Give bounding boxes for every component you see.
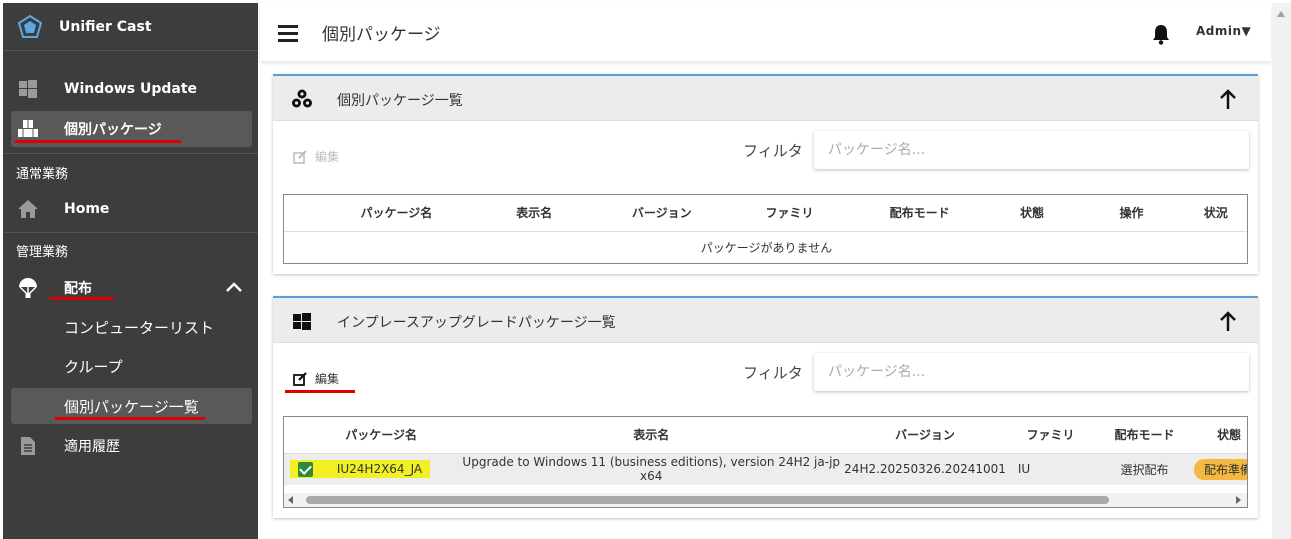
sidebar-item-label: Home bbox=[64, 201, 110, 217]
parachute-icon bbox=[17, 277, 39, 299]
column-header[interactable]: バージョン bbox=[844, 417, 1006, 454]
sidebar-item-label: Windows Update bbox=[64, 81, 198, 97]
table-header-row: パッケージ名 表示名 バージョン ファミリ 配布モード 状態 bbox=[284, 417, 1247, 454]
empty-row: パッケージがありません bbox=[284, 231, 1247, 263]
distribution-mode: 選択配布 bbox=[1120, 462, 1169, 477]
arrow-up-icon[interactable] bbox=[1220, 88, 1236, 110]
menu-icon[interactable] bbox=[278, 25, 298, 42]
card-header: 個別パッケージ一覧 bbox=[273, 76, 1258, 121]
sidebar-item-computer-list[interactable]: コンピューターリスト bbox=[3, 309, 258, 345]
column-header[interactable]: 操作 bbox=[1080, 195, 1183, 232]
status-cell: 配布準備 bbox=[1193, 453, 1247, 485]
edit-icon bbox=[293, 149, 307, 164]
sidebar-item-label: クループ bbox=[64, 357, 123, 376]
windows-icon bbox=[293, 313, 311, 330]
column-header[interactable]: ファミリ bbox=[723, 195, 856, 232]
scroll-left-icon[interactable] bbox=[288, 496, 293, 504]
sidebar-item-history[interactable]: 適用履歴 bbox=[3, 428, 258, 464]
package-highlight: IU24H2X64_JA bbox=[290, 459, 431, 478]
card-title: インプレースアップグレードパッケージ一覧 bbox=[337, 315, 616, 331]
filter-input[interactable] bbox=[814, 353, 1249, 391]
in-place-upgrade-card: インプレースアップグレードパッケージ一覧 編集 フィルタ パッケージ名 表示名 … bbox=[273, 296, 1258, 518]
home-icon bbox=[17, 198, 39, 220]
column-header[interactable]: 状態 bbox=[1193, 417, 1247, 454]
column-header[interactable]: 配布モード bbox=[1095, 417, 1194, 454]
annotation-underline bbox=[55, 417, 205, 420]
column-header[interactable]: 状態 bbox=[983, 195, 1081, 232]
section-label-admin: 管理業務 bbox=[16, 245, 69, 260]
user-menu[interactable]: Admin▼ bbox=[1196, 24, 1251, 38]
sidebar: Unifier Cast Windows Update 個別パッケージ 通常業務… bbox=[3, 3, 258, 539]
status-badge: 配布準備 bbox=[1193, 458, 1247, 480]
edit-button[interactable]: 編集 bbox=[293, 148, 339, 165]
annotation-underline bbox=[50, 297, 114, 300]
arrow-up-icon[interactable] bbox=[1220, 310, 1236, 332]
package-table: パッケージ名 表示名 バージョン ファミリ 配布モード 状態 操作 状況 パッケ… bbox=[283, 194, 1248, 264]
cubes-icon bbox=[292, 89, 312, 108]
edit-icon bbox=[293, 371, 307, 386]
sidebar-item-label: 個別パッケージ bbox=[64, 122, 162, 138]
upgrade-package-table: パッケージ名 表示名 バージョン ファミリ 配布モード 状態 IU24H2X64… bbox=[283, 416, 1248, 508]
table-row[interactable]: IU24H2X64_JA Upgrade to Windows 11 (busi… bbox=[284, 453, 1247, 485]
horizontal-scrollbar[interactable] bbox=[284, 493, 1247, 507]
display-name: Upgrade to Windows 11 (business editions… bbox=[462, 455, 841, 484]
divider bbox=[3, 232, 258, 233]
column-header[interactable]: 配布モード bbox=[855, 195, 984, 232]
app-frame: Unifier Cast Windows Update 個別パッケージ 通常業務… bbox=[0, 0, 1291, 539]
windows-icon bbox=[17, 78, 39, 100]
sidebar-item-windows-update[interactable]: Windows Update bbox=[3, 71, 258, 107]
sidebar-item-group[interactable]: クループ bbox=[3, 348, 258, 384]
table-header-row: パッケージ名 表示名 バージョン ファミリ 配布モード 状態 操作 状況 bbox=[284, 195, 1247, 232]
filter-input[interactable] bbox=[814, 131, 1249, 169]
version: 24H2.20250326.20241001 bbox=[844, 462, 1006, 477]
scroll-thumb[interactable] bbox=[306, 496, 1109, 504]
family: IU bbox=[1017, 462, 1031, 477]
app-name: Unifier Cast bbox=[59, 18, 152, 35]
sidebar-item-label: 適用履歴 bbox=[64, 439, 120, 455]
bell-icon[interactable] bbox=[1151, 23, 1171, 45]
document-icon bbox=[17, 435, 39, 457]
chevron-up-icon[interactable] bbox=[225, 281, 243, 293]
column-header[interactable]: パッケージ名 bbox=[303, 417, 459, 454]
scroll-up-icon[interactable] bbox=[1277, 11, 1285, 17]
sidebar-item-home[interactable]: Home bbox=[3, 191, 258, 227]
individual-package-card: 個別パッケージ一覧 編集 フィルタ パッケージ名 表示名 バージョン ファミリ … bbox=[273, 74, 1258, 274]
sidebar-item-distribution[interactable]: 配布 bbox=[3, 270, 258, 306]
annotation-underline bbox=[285, 390, 355, 393]
page-title: 個別パッケージ bbox=[322, 25, 441, 45]
filter-label: フィルタ bbox=[743, 142, 803, 160]
annotation-underline bbox=[15, 140, 181, 143]
column-header[interactable]: パッケージ名 bbox=[324, 195, 468, 232]
edit-label: 編集 bbox=[315, 150, 340, 164]
scroll-right-icon[interactable] bbox=[1236, 496, 1241, 504]
empty-message: パッケージがありません bbox=[700, 240, 833, 255]
sidebar-item-label: 個別パッケージ一覧 bbox=[64, 397, 199, 416]
column-header[interactable]: 状況 bbox=[1182, 195, 1247, 232]
column-header[interactable]: 表示名 bbox=[467, 195, 601, 232]
edit-label: 編集 bbox=[315, 372, 340, 386]
top-header: 個別パッケージ Admin▼ bbox=[260, 3, 1271, 61]
column-header[interactable]: 表示名 bbox=[458, 417, 845, 454]
column-header[interactable]: バージョン bbox=[600, 195, 724, 232]
card-title: 個別パッケージ一覧 bbox=[337, 93, 463, 109]
checkbox[interactable] bbox=[298, 461, 313, 477]
packages-icon bbox=[17, 118, 39, 140]
divider bbox=[3, 153, 258, 154]
package-cell: IU24H2X64_JA bbox=[284, 453, 458, 485]
filter-label: フィルタ bbox=[743, 364, 803, 382]
brand[interactable]: Unifier Cast bbox=[3, 3, 258, 51]
column-header[interactable]: ファミリ bbox=[1005, 417, 1096, 454]
edit-button[interactable]: 編集 bbox=[293, 370, 339, 387]
sidebar-item-label: コンピューターリスト bbox=[64, 318, 215, 337]
package-name: IU24H2X64_JA bbox=[336, 461, 423, 476]
sidebar-item-label: 配布 bbox=[64, 281, 92, 297]
vertical-scrollbar[interactable] bbox=[1272, 3, 1291, 539]
app-logo-icon bbox=[17, 14, 43, 38]
section-label-regular: 通常業務 bbox=[16, 167, 69, 182]
card-header: インプレースアップグレードパッケージ一覧 bbox=[273, 298, 1258, 343]
